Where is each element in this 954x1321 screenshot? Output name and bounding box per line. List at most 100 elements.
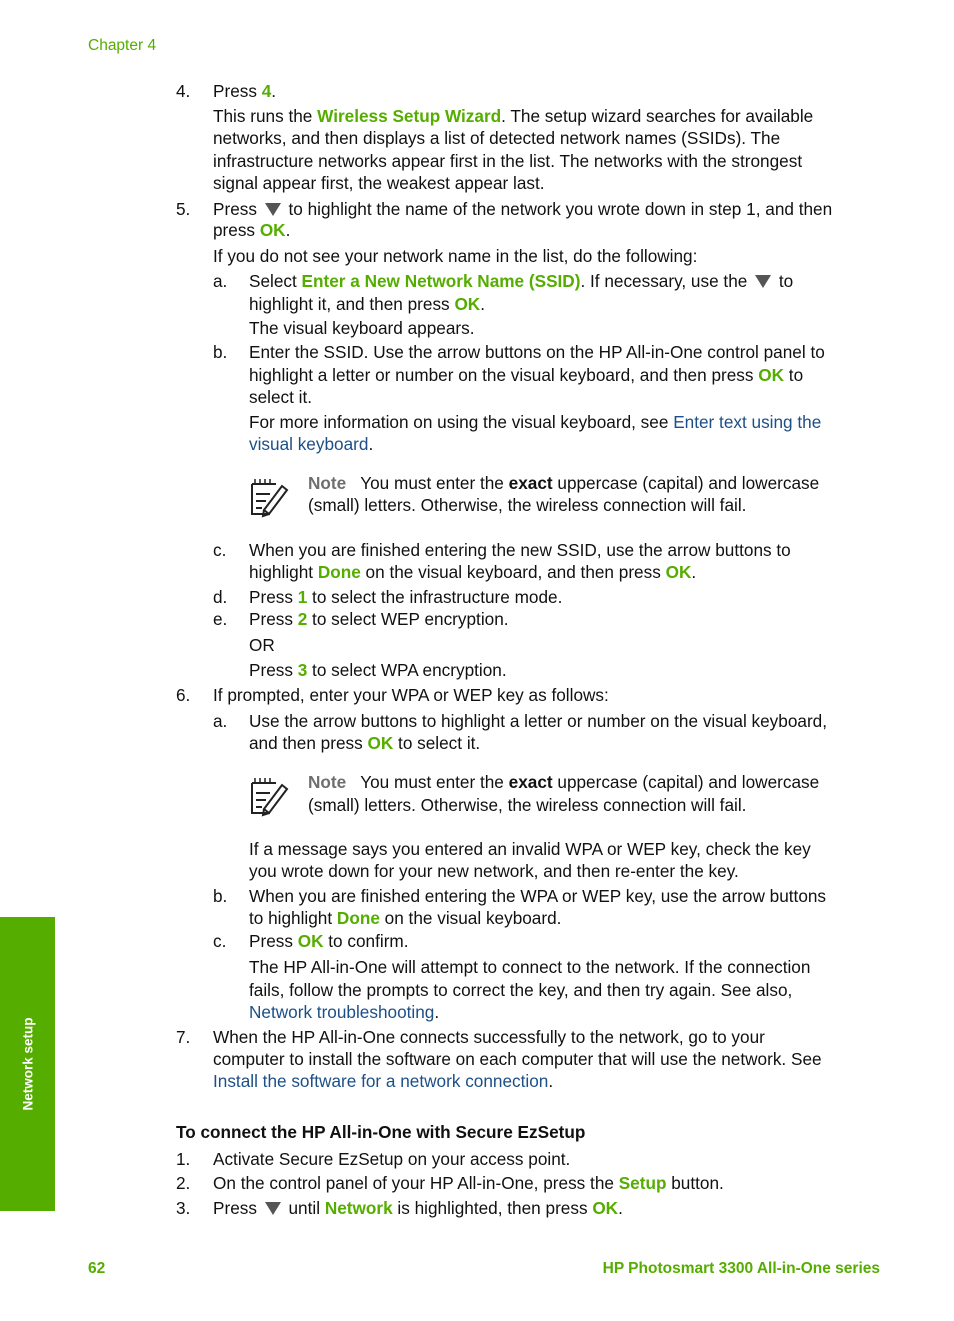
substep-number: a. bbox=[213, 271, 228, 291]
link-enter-text-visual-keyboard[interactable]: Enter text using the bbox=[673, 412, 821, 432]
text: . The setup wizard searches for availabl… bbox=[501, 106, 814, 126]
ok-key: OK bbox=[758, 365, 785, 385]
paragraph-line: For more information on using the visual… bbox=[249, 411, 821, 433]
done-key: Done bbox=[336, 908, 380, 928]
substep-text: Enter the SSID. Use the arrow buttons on… bbox=[249, 342, 825, 362]
key-3: 3 bbox=[297, 660, 308, 680]
paragraph-line: This runs the Wireless Setup Wizard. The… bbox=[213, 105, 813, 127]
text: . bbox=[691, 562, 697, 582]
down-arrow-button-icon bbox=[264, 203, 281, 216]
chapter-header: Chapter 4 bbox=[88, 37, 157, 54]
or-text: OR bbox=[249, 635, 275, 655]
text: On the control panel of your HP All-in-O… bbox=[213, 1173, 619, 1193]
text: uppercase (capital) and lowercase bbox=[552, 772, 820, 792]
note-text: Note You must enter the exact uppercase … bbox=[308, 771, 819, 793]
substep-text: Press 2 to select WEP encryption. bbox=[249, 608, 509, 630]
substep-number: c. bbox=[213, 931, 227, 951]
down-arrow-button-icon bbox=[755, 275, 772, 288]
note-label: Note bbox=[308, 772, 347, 792]
link-network-troubleshooting[interactable]: Network troubleshooting bbox=[249, 1002, 434, 1022]
ok-key: OK bbox=[665, 562, 692, 582]
step-number: 6. bbox=[176, 685, 191, 705]
link-install-software-network[interactable]: Install the software for a network conne… bbox=[213, 1071, 548, 1091]
step-number: 1. bbox=[176, 1149, 191, 1169]
step-text: computer to install the software on each… bbox=[213, 1049, 822, 1069]
text: to confirm. bbox=[323, 931, 409, 951]
link-enter-text-visual-keyboard[interactable]: visual keyboard bbox=[249, 434, 368, 454]
text: Press bbox=[249, 587, 298, 607]
key-4: 4 bbox=[261, 81, 272, 101]
text: Press bbox=[213, 1198, 262, 1218]
text: until bbox=[283, 1198, 325, 1218]
paragraph-line: The HP All-in-One will attempt to connec… bbox=[249, 957, 811, 977]
step-text: press OK. bbox=[213, 219, 290, 241]
network-option: Network bbox=[324, 1198, 393, 1218]
emphasis: exact bbox=[508, 772, 553, 792]
paragraph-line: If you do not see your network name in t… bbox=[213, 246, 698, 266]
section-side-tab: Network setup bbox=[0, 917, 55, 1211]
text: on the visual keyboard, and then press bbox=[360, 562, 666, 582]
ok-key: OK bbox=[454, 294, 481, 314]
paragraph-line: signal appear first, the weakest appear … bbox=[213, 173, 545, 193]
step-number: 5. bbox=[176, 199, 191, 219]
key-1: 1 bbox=[297, 587, 308, 607]
paragraph-line: you wrote down for your new network, and… bbox=[249, 861, 739, 881]
text: Press bbox=[249, 609, 298, 629]
substep-text: Press OK to confirm. bbox=[249, 930, 409, 952]
product-title: HP Photosmart 3300 All-in-One series bbox=[602, 1260, 880, 1277]
text: . If necessary, use the bbox=[580, 271, 753, 291]
substep-text: Press 1 to select the infrastructure mod… bbox=[249, 586, 562, 608]
step-text: On the control panel of your HP All-in-O… bbox=[213, 1172, 724, 1194]
step-number: 3. bbox=[176, 1198, 191, 1218]
substep-number: a. bbox=[213, 711, 228, 731]
ok-key: OK bbox=[367, 733, 394, 753]
substep-number: e. bbox=[213, 609, 228, 629]
setup-key: Setup bbox=[618, 1173, 667, 1193]
paragraph-line: Network troubleshooting. bbox=[249, 1001, 439, 1023]
substep-text: and then press OK to select it. bbox=[249, 732, 480, 754]
text: to select WPA encryption. bbox=[307, 660, 507, 680]
text: is highlighted, then press bbox=[392, 1198, 593, 1218]
text: press bbox=[213, 220, 260, 240]
paragraph-line: The visual keyboard appears. bbox=[249, 318, 475, 338]
substep-number: d. bbox=[213, 587, 228, 607]
step-number: 7. bbox=[176, 1027, 191, 1047]
substep-text: When you are finished entering the WPA o… bbox=[249, 886, 827, 906]
substep-number: b. bbox=[213, 886, 228, 906]
substep-text: Select Enter a New Network Name (SSID). … bbox=[249, 270, 793, 292]
text: Select bbox=[249, 271, 302, 291]
text: button. bbox=[666, 1173, 724, 1193]
step-text: If prompted, enter your WPA or WEP key a… bbox=[213, 685, 609, 705]
text: Press bbox=[249, 660, 298, 680]
note-text: (small) letters. Otherwise, the wireless… bbox=[308, 495, 747, 515]
done-key: Done bbox=[317, 562, 361, 582]
substep-text: to highlight Done on the visual keyboard… bbox=[249, 907, 561, 929]
substep-text: Press 3 to select WPA encryption. bbox=[249, 659, 507, 681]
paragraph-line: fails, follow the prompts to correct the… bbox=[249, 980, 793, 1000]
substep-text: When you are finished entering the new S… bbox=[249, 540, 791, 560]
text: highlight it, and then press bbox=[249, 294, 455, 314]
enter-new-network-name-option: Enter a New Network Name (SSID) bbox=[301, 271, 581, 291]
side-tab-label: Network setup bbox=[20, 1017, 36, 1111]
note-pad-icon bbox=[251, 778, 289, 817]
note-text: (small) letters. Otherwise, the wireless… bbox=[308, 795, 747, 815]
wireless-setup-wizard: Wireless Setup Wizard bbox=[317, 106, 502, 126]
emphasis: exact bbox=[508, 473, 553, 493]
text: . bbox=[618, 1198, 623, 1218]
text: You must enter the bbox=[360, 473, 509, 493]
section-heading: To connect the HP All-in-One with Secure… bbox=[176, 1122, 586, 1142]
step-number: 4. bbox=[176, 81, 191, 101]
step-text: Press 4. bbox=[213, 80, 276, 102]
text: and then press bbox=[249, 733, 368, 753]
page-number: 62 bbox=[88, 1260, 106, 1277]
substep-text: select it. bbox=[249, 387, 313, 407]
text: This runs the bbox=[213, 106, 318, 126]
text: uppercase (capital) and lowercase bbox=[552, 473, 820, 493]
text: to bbox=[784, 365, 804, 385]
substep-text: highlight it, and then press OK. bbox=[249, 293, 485, 315]
step-number: 2. bbox=[176, 1173, 191, 1193]
text: You must enter the bbox=[360, 772, 509, 792]
text: to bbox=[774, 271, 794, 291]
text: to select the infrastructure mode. bbox=[307, 587, 563, 607]
step-text: Press to highlight the name of the netwo… bbox=[213, 198, 832, 220]
